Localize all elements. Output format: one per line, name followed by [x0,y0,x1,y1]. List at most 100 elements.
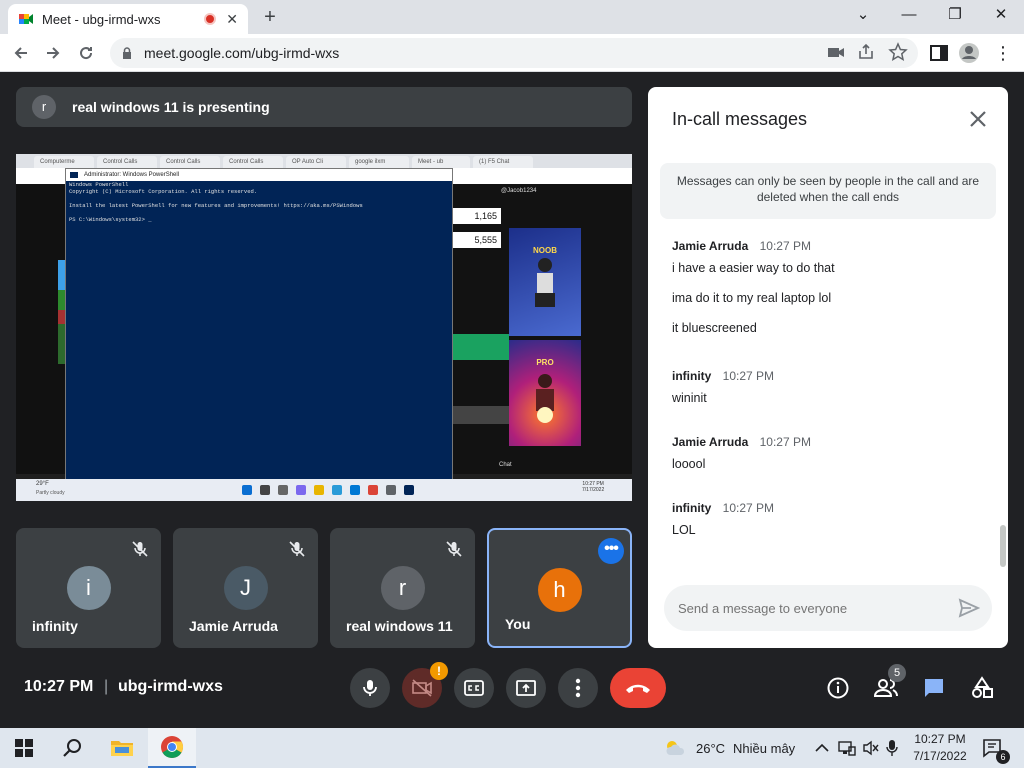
participant-tile[interactable]: J Jamie Arruda [173,528,318,648]
shared-tab: google ilxm [349,156,409,168]
shared-powershell-icon [404,485,414,495]
message-input[interactable] [678,598,938,618]
close-window-button[interactable]: ✕ [978,0,1024,30]
shared-tab: Computerme [34,156,94,168]
more-options-menu-button[interactable] [558,668,598,708]
meeting-details-button[interactable] [822,672,854,704]
message-group: Jamie Arruda 10:27 PM looool [672,435,992,471]
message-time: 10:27 PM [759,239,811,253]
microphone-button[interactable] [350,668,390,708]
participant-tile[interactable]: i infinity [16,528,161,648]
noob-character-icon [535,258,555,307]
ps-line: Install the latest PowerShell for new fe… [69,202,363,209]
weather-widget[interactable]: 26°C Nhiều mây [664,728,795,768]
shared-taskbar: 29°F Partly cloudy 10:27 PM 7/17/2022 [16,479,632,501]
more-options-button[interactable]: ••• [598,538,624,564]
self-tile[interactable]: ••• h You [487,528,632,648]
tab-close-icon[interactable]: ✕ [226,11,238,28]
chat-notice: Messages can only be seen by people in t… [660,163,996,219]
address-bar[interactable]: meet.google.com/ubg-irmd-wxs [110,38,918,68]
noob-label: NOOB [533,246,557,255]
shared-gray-block [453,406,513,424]
camera-button[interactable]: ! [402,662,448,708]
close-icon[interactable] [966,107,990,131]
message-sender: Jamie Arruda [672,435,749,449]
shared-green-button [453,334,509,360]
message-text: ima do it to my real laptop lol [672,291,832,305]
participant-tiles: i infinity J Jamie Arruda r real windows… [16,528,632,648]
profile-avatar-icon[interactable] [958,42,980,64]
chrome-taskbar-button[interactable] [148,728,196,768]
present-screen-icon [516,680,536,696]
message-sender: Jamie Arruda [672,239,749,253]
windows-logo-icon [15,739,33,757]
shared-chrome-icon [368,485,378,495]
message-time: 10:27 PM [759,435,811,449]
message-time: 10:27 PM [722,501,775,515]
presenting-text: real windows 11 is presenting [72,99,270,115]
lock-icon [123,47,131,59]
send-icon[interactable] [958,597,980,619]
leave-call-button[interactable] [610,668,666,708]
system-time: 10:27 PM [914,732,966,746]
browser-menu-icon[interactable]: ⋮ [990,40,1016,66]
side-panel-icon[interactable] [928,42,950,64]
chat-button[interactable] [918,672,950,704]
minimize-button[interactable]: — [886,0,932,30]
browser-toolbar: meet.google.com/ubg-irmd-wxs ⋮ [0,34,1024,72]
reload-icon[interactable] [73,40,99,66]
browser-tab-meet[interactable]: Meet - ubg-irmd-wxs ✕ [8,4,248,34]
mic-off-icon [132,541,148,557]
bookmark-star-icon[interactable] [888,42,908,62]
shared-tab: Control Calls [97,156,157,168]
powershell-titlebar: Administrator: Windows PowerShell [66,169,452,181]
powershell-window: Administrator: Windows PowerShell Window… [65,168,453,480]
share-icon[interactable] [856,42,876,62]
chrome-icon [161,736,183,758]
system-clock[interactable]: 10:27 PM 7/17/2022 [900,731,980,765]
captions-button[interactable] [454,668,494,708]
shared-folder-icon [314,485,324,495]
search-button[interactable] [48,728,96,768]
activities-button[interactable] [966,672,998,704]
back-arrow-icon[interactable] [8,40,34,66]
present-screen-button[interactable] [506,668,546,708]
show-hidden-icons-button[interactable] [815,728,831,768]
shared-taskview-icon [278,485,288,495]
network-button[interactable] [838,728,856,768]
volume-button[interactable] [862,728,880,768]
participant-avatar: i [66,566,111,610]
new-tab-button[interactable]: + [258,6,282,30]
shared-edge-icon [332,485,342,495]
shared-browser-tabs: Computerme Control Calls Control Calls C… [16,154,632,168]
shared-store-icon [350,485,360,495]
info-icon [827,677,849,699]
microphone-tray-button[interactable] [886,728,900,768]
people-button[interactable]: 5 [870,664,906,704]
message-header: Jamie Arruda 10:27 PM [672,435,992,449]
message-text: it bluescreened [672,321,757,335]
message-text: looool [672,457,706,471]
activities-shapes-icon [972,676,993,698]
captions-icon [464,680,484,696]
start-button[interactable] [0,728,48,768]
chevron-down-icon[interactable]: ⌄ [840,0,886,30]
camera-indicator-icon[interactable] [826,42,846,62]
pro-label: PRO [536,358,554,367]
file-explorer-button[interactable] [98,728,146,768]
chat-scrollbar[interactable] [1000,525,1006,567]
notifications-button[interactable]: 6 [982,728,1012,768]
restore-button[interactable]: ❐ [932,0,978,30]
forward-arrow-icon[interactable] [40,40,66,66]
volume-muted-icon [863,740,879,756]
participant-tile[interactable]: r real windows 11 [330,528,475,648]
shared-app-icon [386,485,396,495]
message-group: infinity 10:27 PM wininit [672,369,992,405]
shared-screen[interactable]: Computerme Control Calls Control Calls C… [16,154,632,501]
participant-name: real windows 11 [346,618,453,634]
shared-left-pane [16,184,66,474]
powershell-icon [70,172,78,178]
temperature: 26°C [696,740,726,756]
shared-right-pane: @Jacob1234 1,165 5,555 NOOB PRO Chat [453,184,632,474]
message-sender: infinity [672,369,712,383]
